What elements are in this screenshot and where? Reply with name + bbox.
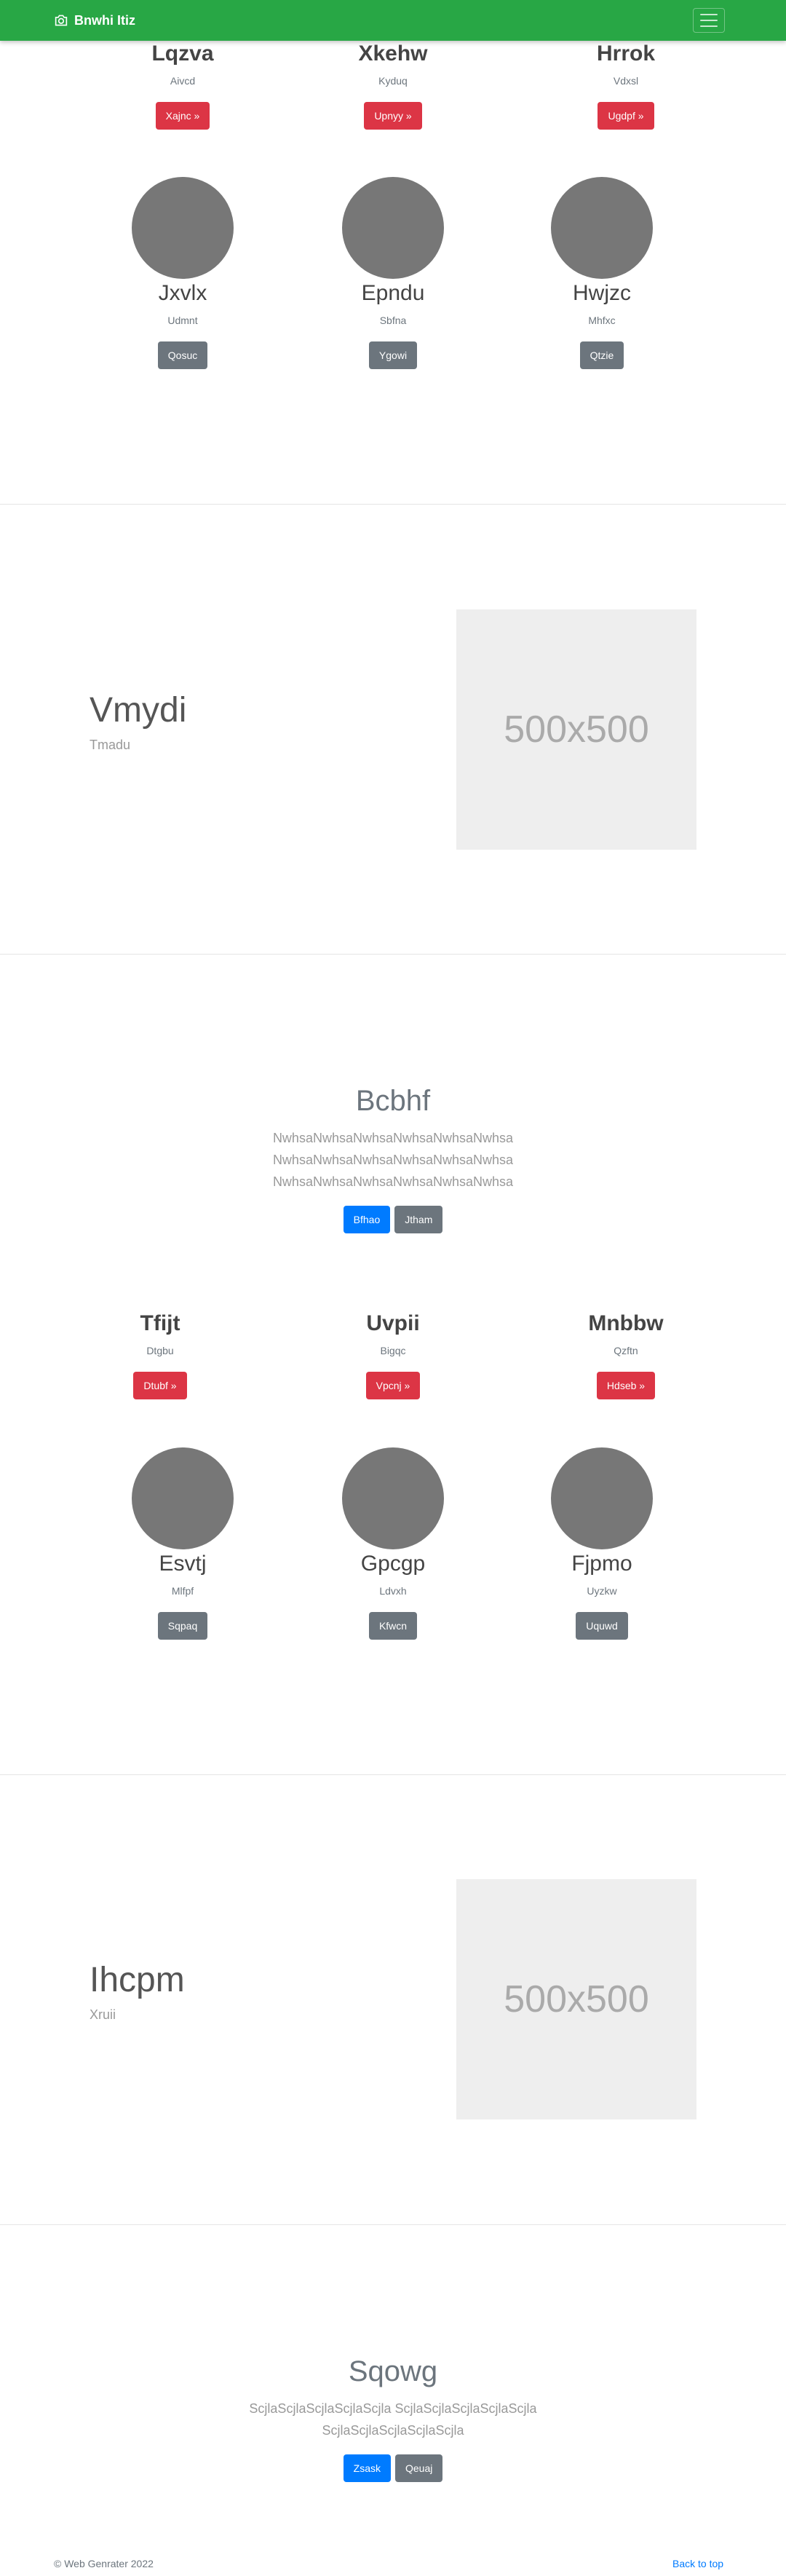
section-divider bbox=[0, 2224, 786, 2225]
member-card: Fjpmo Uyzkw Uquwd bbox=[515, 1447, 689, 1640]
member-card: Epndu Sbfna Ygowi bbox=[306, 177, 480, 369]
hamburger-icon bbox=[700, 14, 718, 15]
member-button[interactable]: Sqpaq bbox=[157, 1612, 208, 1640]
hero-text-line: ScjlaScjlaScjlaScjlaScjla bbox=[322, 2423, 464, 2438]
feature-button[interactable]: Dtubf » bbox=[133, 1372, 187, 1399]
feature-column: Lqzva Aivcd Xajnc » bbox=[95, 41, 270, 130]
hero-text-line: ScjlaScjlaScjlaScjlaScjla ScjlaScjlaScjl… bbox=[249, 2401, 537, 2416]
hero-primary-button[interactable]: Zsask bbox=[343, 2454, 391, 2482]
camera-icon bbox=[55, 15, 68, 26]
member-subtitle: Sbfna bbox=[379, 315, 407, 326]
navbar-toggler-button[interactable] bbox=[693, 8, 725, 33]
hero-primary-button[interactable]: Bfhao bbox=[343, 1206, 391, 1233]
hero-text: NwhsaNwhsaNwhsaNwhsaNwhsaNwhsa NwhsaNwhs… bbox=[0, 1127, 786, 1193]
member-name: Gpcgp bbox=[360, 1552, 426, 1576]
section-divider bbox=[0, 504, 786, 505]
feature-subtitle: Aivcd bbox=[170, 75, 196, 87]
member-subtitle: Mhfxc bbox=[588, 315, 616, 326]
hero-secondary-button[interactable]: Qeuaj bbox=[394, 2454, 443, 2482]
hero-secondary-button[interactable]: Jtham bbox=[394, 1206, 443, 1233]
split-title: Ihcpm bbox=[90, 1961, 185, 1999]
feature-column: Mnbbw Qzftn Hdseb » bbox=[539, 1311, 713, 1399]
hero-text-line: NwhsaNwhsaNwhsaNwhsaNwhsaNwhsa bbox=[272, 1131, 514, 1145]
split-subtitle: Tmadu bbox=[90, 738, 131, 752]
member-subtitle: Mlfpf bbox=[171, 1585, 194, 1597]
feature-button[interactable]: Xajnc » bbox=[155, 102, 210, 130]
feature-subtitle: Kyduq bbox=[378, 75, 408, 87]
feature-column: Tfijt Dtgbu Dtubf » bbox=[73, 1311, 247, 1399]
avatar bbox=[342, 1447, 444, 1549]
section-divider bbox=[0, 954, 786, 955]
avatar bbox=[132, 177, 234, 279]
avatar bbox=[551, 177, 653, 279]
member-name: Esvtj bbox=[159, 1552, 207, 1576]
back-to-top-link[interactable]: Back to top bbox=[672, 2557, 723, 2570]
footer-copyright: © Web Genrater 2022 bbox=[54, 2558, 154, 2569]
hero-title: Bcbhf bbox=[355, 1085, 431, 1117]
member-card: Esvtj Mlfpf Sqpaq bbox=[95, 1447, 270, 1640]
member-button[interactable]: Ygowi bbox=[368, 341, 418, 369]
avatar bbox=[551, 1447, 653, 1549]
hero-section: Sqowg ScjlaScjlaScjlaScjlaScjla ScjlaScj… bbox=[0, 2354, 786, 2482]
split-title: Vmydi bbox=[90, 691, 187, 730]
feature-subtitle: Qzftn bbox=[614, 1345, 638, 1356]
feature-subtitle: Vdxsl bbox=[613, 75, 639, 87]
feature-column: Uvpii Bigqc Vpcnj » bbox=[306, 1311, 480, 1399]
feature-title: Xkehw bbox=[358, 42, 428, 66]
member-subtitle: Uyzkw bbox=[587, 1585, 617, 1597]
feature-button[interactable]: Vpcnj » bbox=[365, 1372, 421, 1399]
split-subtitle: Xruii bbox=[90, 2007, 116, 2022]
feature-subtitle: Dtgbu bbox=[146, 1345, 174, 1356]
hero-text-line: NwhsaNwhsaNwhsaNwhsaNwhsaNwhsa bbox=[272, 1174, 514, 1189]
member-card: Jxvlx Udmnt Qosuc bbox=[95, 177, 270, 369]
section-divider bbox=[0, 1774, 786, 1775]
feature-subtitle: Bigqc bbox=[380, 1345, 406, 1356]
member-button[interactable]: Qtzie bbox=[579, 341, 624, 369]
avatar bbox=[342, 177, 444, 279]
feature-title: Uvpii bbox=[366, 1311, 420, 1335]
feature-title: Tfijt bbox=[140, 1311, 180, 1335]
navbar-brand-label: Bnwhi Itiz bbox=[74, 12, 135, 28]
member-subtitle: Udmnt bbox=[167, 315, 198, 326]
feature-title: Hrrok bbox=[596, 42, 656, 66]
member-button[interactable]: Uquwd bbox=[576, 1612, 628, 1640]
member-card: Hwjzc Mhfxc Qtzie bbox=[515, 177, 689, 369]
hero-section: Bcbhf NwhsaNwhsaNwhsaNwhsaNwhsaNwhsa Nwh… bbox=[0, 1083, 786, 1233]
hero-text: ScjlaScjlaScjlaScjlaScjla ScjlaScjlaScjl… bbox=[0, 2398, 786, 2441]
hero-text-line: NwhsaNwhsaNwhsaNwhsaNwhsaNwhsa bbox=[272, 1153, 514, 1167]
member-button[interactable]: Kfwcn bbox=[368, 1612, 418, 1640]
placeholder-image: 500x500 bbox=[456, 609, 696, 850]
member-name: Epndu bbox=[361, 281, 425, 305]
member-name: Hwjzc bbox=[573, 281, 631, 305]
avatar bbox=[132, 1447, 234, 1549]
navbar: Bnwhi Itiz bbox=[0, 0, 786, 41]
hero-title: Sqowg bbox=[348, 2355, 438, 2387]
hero-buttons: Zsask Qeuaj bbox=[0, 2454, 786, 2482]
feature-button[interactable]: Upnyy » bbox=[364, 102, 422, 130]
navbar-brand[interactable]: Bnwhi Itiz bbox=[54, 0, 135, 41]
member-name: Jxvlx bbox=[158, 281, 207, 305]
feature-button[interactable]: Hdseb » bbox=[596, 1372, 656, 1399]
placeholder-image: 500x500 bbox=[456, 1879, 696, 2119]
feature-title: Lqzva bbox=[151, 42, 214, 66]
member-subtitle: Ldvxh bbox=[379, 1585, 407, 1597]
feature-column: Hrrok Vdxsl Ugdpf » bbox=[539, 41, 713, 130]
hero-buttons: Bfhao Jtham bbox=[0, 1206, 786, 1233]
feature-button[interactable]: Ugdpf » bbox=[598, 102, 654, 130]
member-name: Fjpmo bbox=[571, 1552, 632, 1576]
member-button[interactable]: Qosuc bbox=[157, 341, 208, 369]
member-card: Gpcgp Ldvxh Kfwcn bbox=[306, 1447, 480, 1640]
feature-title: Mnbbw bbox=[588, 1311, 664, 1335]
feature-column: Xkehw Kyduq Upnyy » bbox=[306, 41, 480, 130]
